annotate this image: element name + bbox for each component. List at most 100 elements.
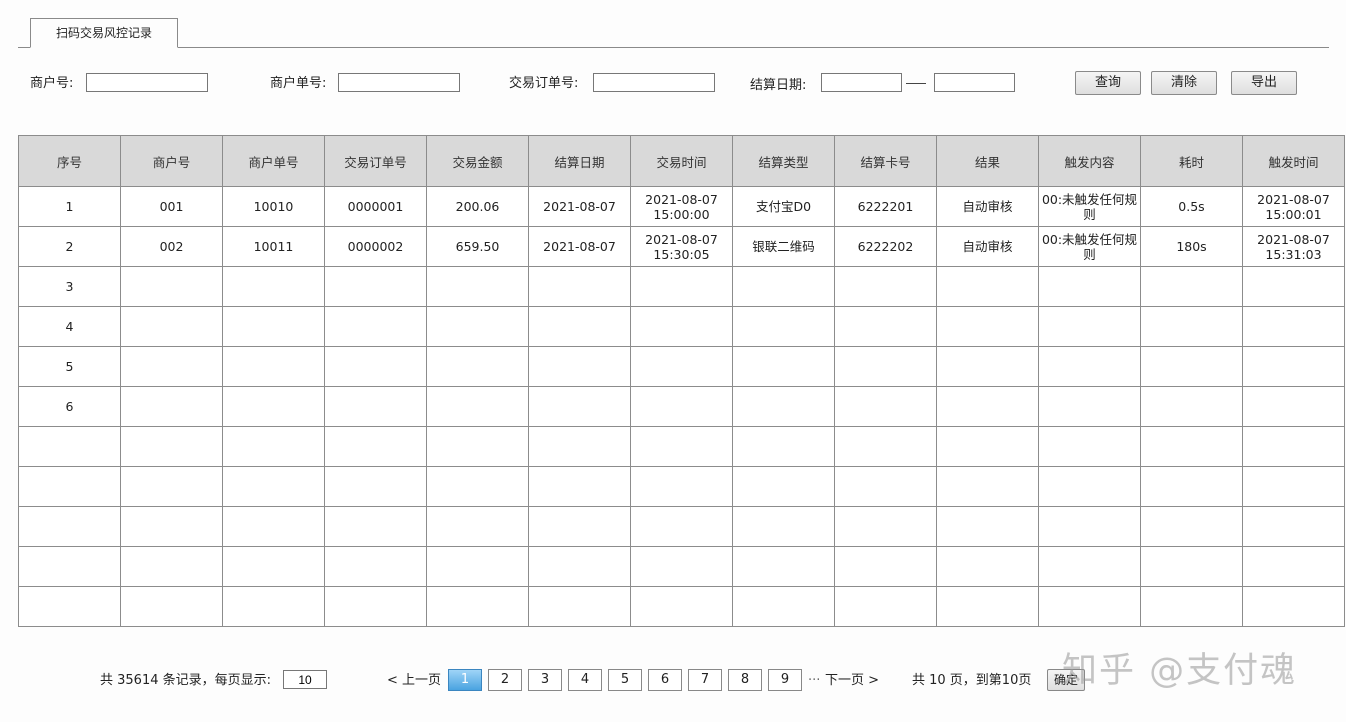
pages-ellipsis: ··· (808, 673, 821, 688)
table-cell: 200.06 (426, 186, 529, 227)
table-cell: 4 (18, 306, 121, 347)
column-header: 序号 (18, 135, 121, 187)
table-cell (936, 546, 1039, 587)
merchant-no-input[interactable] (86, 73, 208, 92)
table-row[interactable]: 5 (18, 346, 1345, 387)
page-button-1[interactable]: 1 (448, 669, 482, 691)
table-cell (120, 466, 223, 507)
table-cell (630, 386, 733, 427)
table-cell (324, 506, 427, 547)
table-cell (936, 466, 1039, 507)
trade-order-input[interactable] (593, 73, 715, 92)
table-cell (732, 306, 835, 347)
prev-page-link[interactable]: < 上一页 (387, 672, 441, 690)
table-cell (426, 306, 529, 347)
table-cell: 2 (18, 226, 121, 267)
table-row[interactable] (18, 546, 1345, 587)
total-pages-text: 共 10 页，到第10页 (912, 673, 1032, 688)
settle-date-from-input[interactable] (821, 73, 902, 92)
table-cell (528, 506, 631, 547)
table-cell (936, 586, 1039, 627)
table-cell (630, 426, 733, 467)
table-row[interactable] (18, 506, 1345, 547)
page-button-6[interactable]: 6 (648, 669, 682, 691)
table-cell (528, 346, 631, 387)
table-cell (222, 546, 325, 587)
table-cell (18, 426, 121, 467)
table-cell: 自动审核 (936, 186, 1039, 227)
column-header: 结算日期 (528, 135, 631, 187)
page-button-4[interactable]: 4 (568, 669, 602, 691)
table-cell (324, 426, 427, 467)
table-cell (18, 506, 121, 547)
table-cell (528, 266, 631, 307)
table-cell (834, 586, 937, 627)
table-cell (222, 586, 325, 627)
table-cell (324, 346, 427, 387)
table-cell (732, 386, 835, 427)
table-cell (630, 546, 733, 587)
clear-button[interactable]: 清除 (1151, 71, 1217, 95)
table-cell (732, 266, 835, 307)
page-button-7[interactable]: 7 (688, 669, 722, 691)
table-row[interactable]: 1 001 10010 0000001 200.06 2021-08-07 2021-08-… (18, 186, 1345, 227)
column-header: 耗时 (1140, 135, 1243, 187)
settle-date-label: 结算日期: (750, 78, 807, 93)
table-cell (18, 466, 121, 507)
table-cell (630, 346, 733, 387)
table-cell (630, 506, 733, 547)
settle-date-to-input[interactable] (934, 73, 1015, 92)
table-row[interactable] (18, 466, 1345, 507)
table-cell (1038, 426, 1141, 467)
table-cell (1140, 346, 1243, 387)
table-row[interactable]: 4 (18, 306, 1345, 347)
table-cell (834, 346, 937, 387)
table-cell (528, 546, 631, 587)
table-cell: 10010 (222, 186, 325, 227)
table-header-row: 序号 商户号 商户单号 交易订单号 交易金额 结算日期 交易时间 结算类型 结算卡号 结果 触发内容… (18, 135, 1345, 187)
table-cell (1038, 346, 1141, 387)
table-cell (120, 426, 223, 467)
query-button[interactable]: 查询 (1075, 71, 1141, 95)
merchant-order-input[interactable] (338, 73, 460, 92)
table-cell (834, 506, 937, 547)
column-header: 商户单号 (222, 135, 325, 187)
page-button-3[interactable]: 3 (528, 669, 562, 691)
page-button-8[interactable]: 8 (728, 669, 762, 691)
table-cell (1140, 546, 1243, 587)
column-header: 结算类型 (732, 135, 835, 187)
page-size-input[interactable] (283, 670, 327, 689)
table-cell: 180s (1140, 226, 1243, 267)
table-row[interactable] (18, 586, 1345, 627)
page-button-9[interactable]: 9 (768, 669, 802, 691)
table-row[interactable]: 3 (18, 266, 1345, 307)
tab-scan-trade-risk-records[interactable]: 扫码交易风控记录 (30, 18, 178, 48)
table-cell: 2021-08-07 15:00:01 (1242, 186, 1345, 227)
table-cell (222, 266, 325, 307)
table-cell (732, 546, 835, 587)
column-header: 商户号 (120, 135, 223, 187)
export-button[interactable]: 导出 (1231, 71, 1297, 95)
table-cell (528, 306, 631, 347)
table-cell (426, 466, 529, 507)
table-cell (1038, 306, 1141, 347)
next-page-link[interactable]: 下一页 > (825, 672, 879, 690)
table-cell: 10011 (222, 226, 325, 267)
table-row[interactable]: 6 (18, 386, 1345, 427)
table-cell: 002 (120, 226, 223, 267)
table-cell (1038, 586, 1141, 627)
table-cell: 659.50 (426, 226, 529, 267)
page-button-2[interactable]: 2 (488, 669, 522, 691)
column-header: 触发内容 (1038, 135, 1141, 187)
page-button-5[interactable]: 5 (608, 669, 642, 691)
table-cell (936, 426, 1039, 467)
table-row[interactable]: 2 002 10011 0000002 659.50 2021-08-07 2021-08-… (18, 226, 1345, 267)
table-cell: 银联二维码 (732, 226, 835, 267)
table-cell (1038, 386, 1141, 427)
table-cell (18, 546, 121, 587)
table-cell (834, 466, 937, 507)
column-header: 交易订单号 (324, 135, 427, 187)
table-cell: 5 (18, 346, 121, 387)
table-row[interactable] (18, 426, 1345, 467)
table-cell: 6222202 (834, 226, 937, 267)
